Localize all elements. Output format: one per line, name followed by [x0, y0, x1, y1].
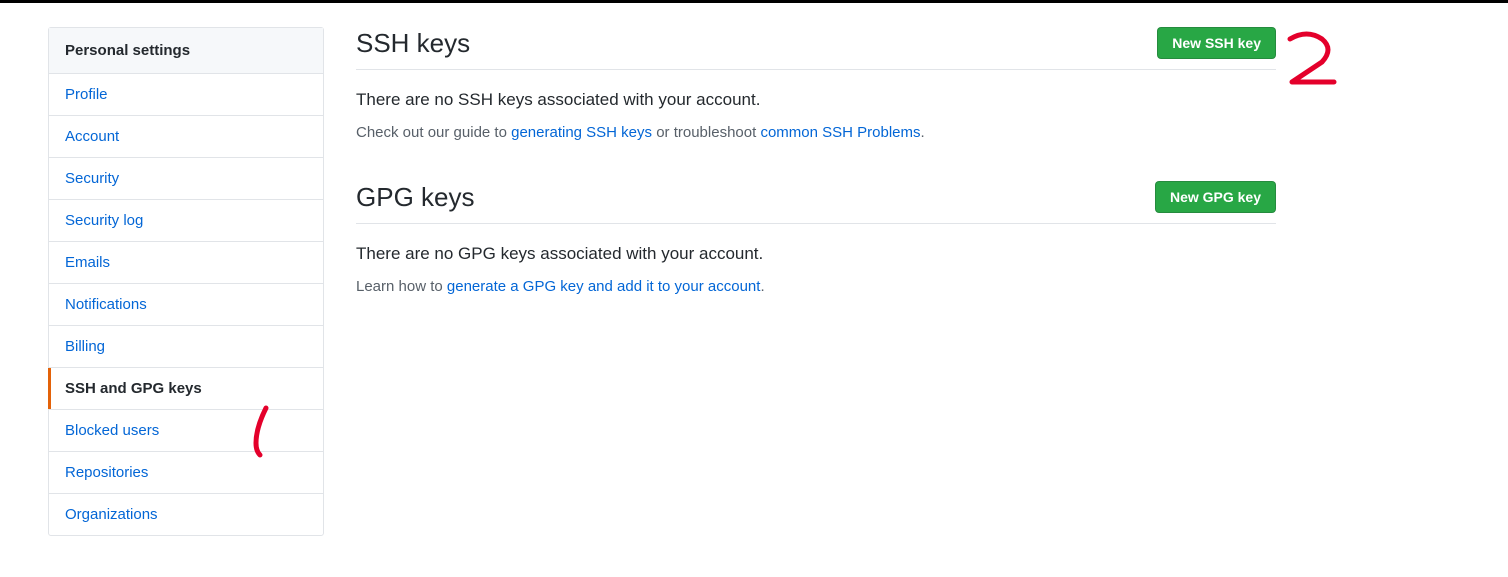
main-content: SSH keys New SSH key There are no SSH ke… — [356, 27, 1276, 536]
ssh-help-suffix: . — [921, 124, 925, 141]
common-ssh-problems-link[interactable]: common SSH Problems — [760, 124, 920, 141]
ssh-help-prefix: Check out our guide to — [356, 124, 511, 141]
new-gpg-key-button[interactable]: New GPG key — [1155, 181, 1276, 213]
gpg-section-header: GPG keys New GPG key — [356, 181, 1276, 224]
generate-gpg-key-link[interactable]: generate a GPG key and add it to your ac… — [447, 278, 761, 295]
sidebar-item-billing[interactable]: Billing — [49, 326, 323, 368]
sidebar-item-account[interactable]: Account — [49, 116, 323, 158]
generating-ssh-keys-link[interactable]: generating SSH keys — [511, 124, 652, 141]
sidebar-item-security[interactable]: Security — [49, 158, 323, 200]
sidebar-item-profile[interactable]: Profile — [49, 74, 323, 116]
ssh-help-text: Check out our guide to generating SSH ke… — [356, 124, 1276, 141]
gpg-help-text: Learn how to generate a GPG key and add … — [356, 278, 1276, 295]
sidebar-item-blocked-users[interactable]: Blocked users — [49, 410, 323, 452]
gpg-help-suffix: . — [760, 278, 764, 295]
new-ssh-key-button[interactable]: New SSH key — [1157, 27, 1276, 59]
sidebar-item-emails[interactable]: Emails — [49, 242, 323, 284]
sidebar-item-organizations[interactable]: Organizations — [49, 494, 323, 535]
sidebar-item-repositories[interactable]: Repositories — [49, 452, 323, 494]
gpg-empty-message: There are no GPG keys associated with yo… — [356, 244, 1276, 264]
gpg-title: GPG keys — [356, 182, 474, 213]
sidebar-header: Personal settings — [49, 28, 323, 74]
ssh-keys-section: SSH keys New SSH key There are no SSH ke… — [356, 27, 1276, 141]
ssh-help-mid: or troubleshoot — [652, 124, 760, 141]
sidebar-item-ssh-gpg-keys[interactable]: SSH and GPG keys — [49, 368, 323, 410]
gpg-help-prefix: Learn how to — [356, 278, 447, 295]
ssh-title: SSH keys — [356, 28, 470, 59]
sidebar-item-notifications[interactable]: Notifications — [49, 284, 323, 326]
sidebar-item-security-log[interactable]: Security log — [49, 200, 323, 242]
gpg-keys-section: GPG keys New GPG key There are no GPG ke… — [356, 181, 1276, 295]
settings-sidebar: Personal settings Profile Account Securi… — [48, 27, 324, 536]
ssh-section-header: SSH keys New SSH key — [356, 27, 1276, 70]
ssh-empty-message: There are no SSH keys associated with yo… — [356, 90, 1276, 110]
